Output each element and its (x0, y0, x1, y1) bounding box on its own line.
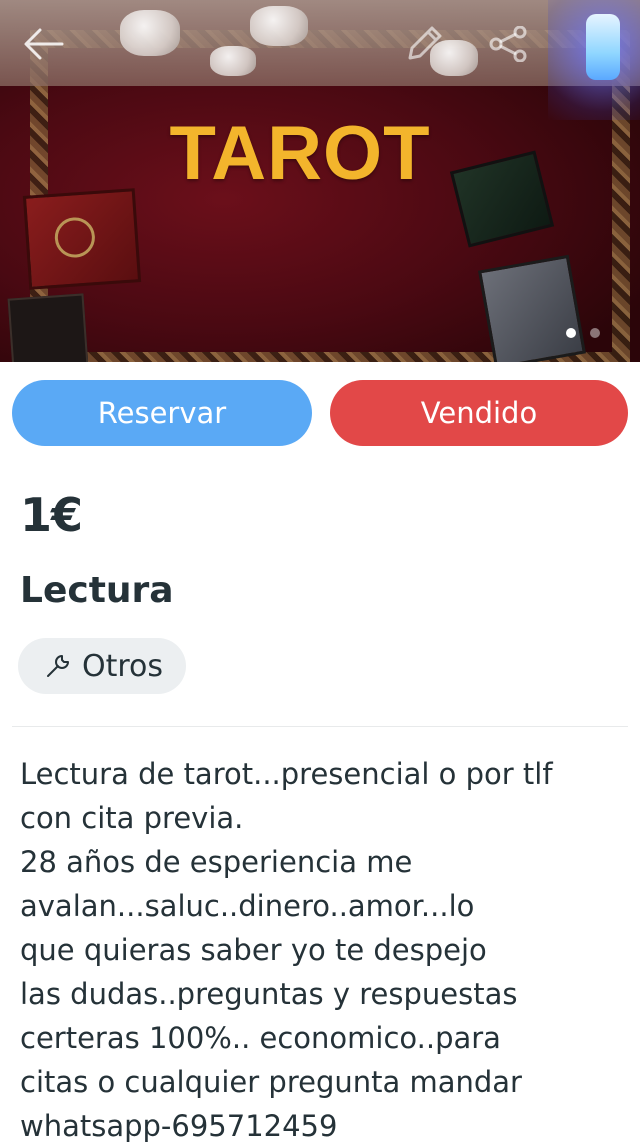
arrow-left-icon (24, 28, 64, 60)
crystals-strip (0, 0, 640, 86)
sold-button-label: Vendido (420, 396, 538, 430)
red-book-decoration (22, 188, 142, 290)
dark-book-decoration (7, 293, 89, 362)
section-divider (12, 726, 628, 727)
listing-image-carousel[interactable]: TAROT (0, 0, 640, 362)
reserve-button-label: Reservar (97, 396, 227, 430)
lamp-decoration (586, 14, 620, 80)
listing-title: Lectura (20, 570, 174, 611)
crystal-decoration (210, 46, 256, 76)
share-button[interactable] (488, 25, 528, 63)
hero-title-text: TAROT (169, 111, 431, 196)
listing-price: 1€ (20, 488, 83, 542)
carousel-dot[interactable] (590, 328, 600, 338)
crystal-decoration (120, 10, 180, 56)
sold-button[interactable]: Vendido (330, 380, 628, 446)
tarot-card-decoration (478, 254, 586, 362)
category-label: Otros (82, 648, 164, 684)
share-icon (489, 25, 527, 63)
category-chip[interactable]: Otros (18, 638, 186, 694)
reserve-button[interactable]: Reservar (12, 380, 312, 446)
edit-button[interactable] (402, 22, 446, 66)
back-button[interactable] (22, 26, 66, 62)
carousel-dot-active[interactable] (566, 328, 576, 338)
pencil-icon (408, 26, 442, 60)
carousel-indicator (566, 328, 606, 340)
wrench-icon (47, 655, 69, 677)
crystal-decoration (250, 6, 308, 46)
listing-description: Lectura de tarot...presencial o por tlf … (20, 757, 553, 1143)
